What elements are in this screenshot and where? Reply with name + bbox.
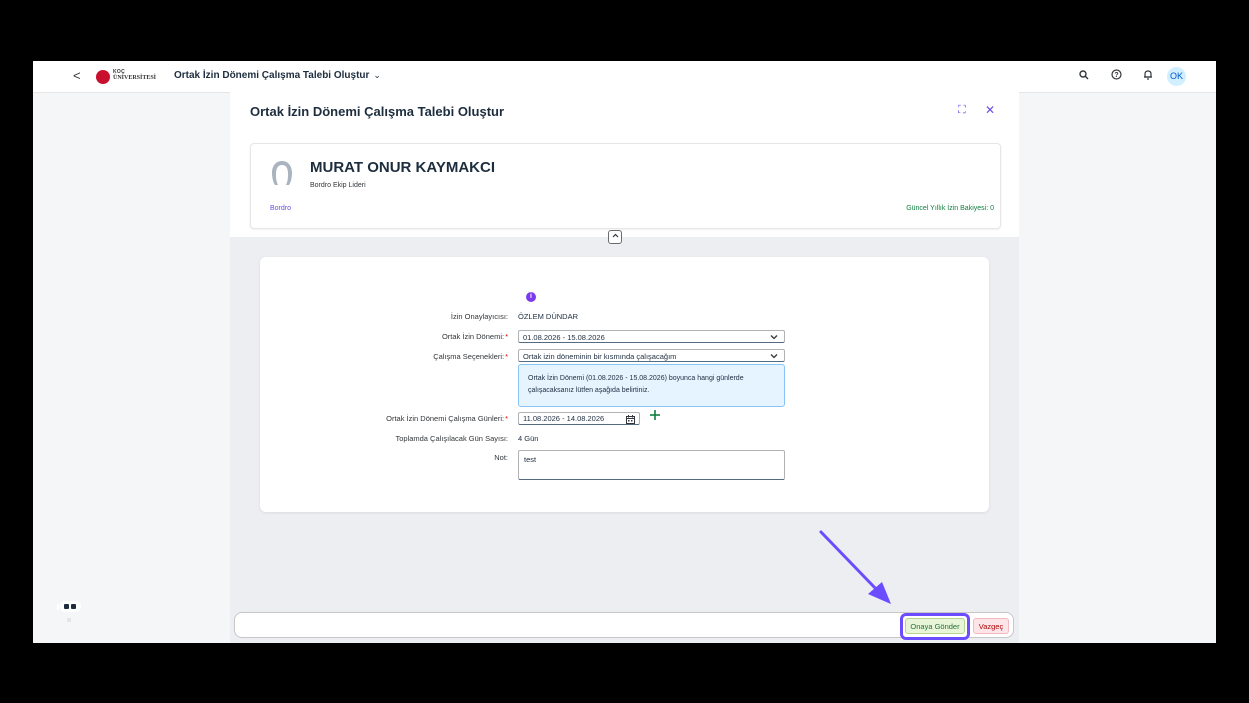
bot-indicator	[67, 618, 71, 622]
annotation-arrow	[819, 530, 891, 604]
app-screen: < KOÇ ÜNİVERSİTESİ Ortak İzin Dönemi Çal…	[33, 61, 1216, 643]
chatbot-icon[interactable]	[57, 601, 81, 612]
